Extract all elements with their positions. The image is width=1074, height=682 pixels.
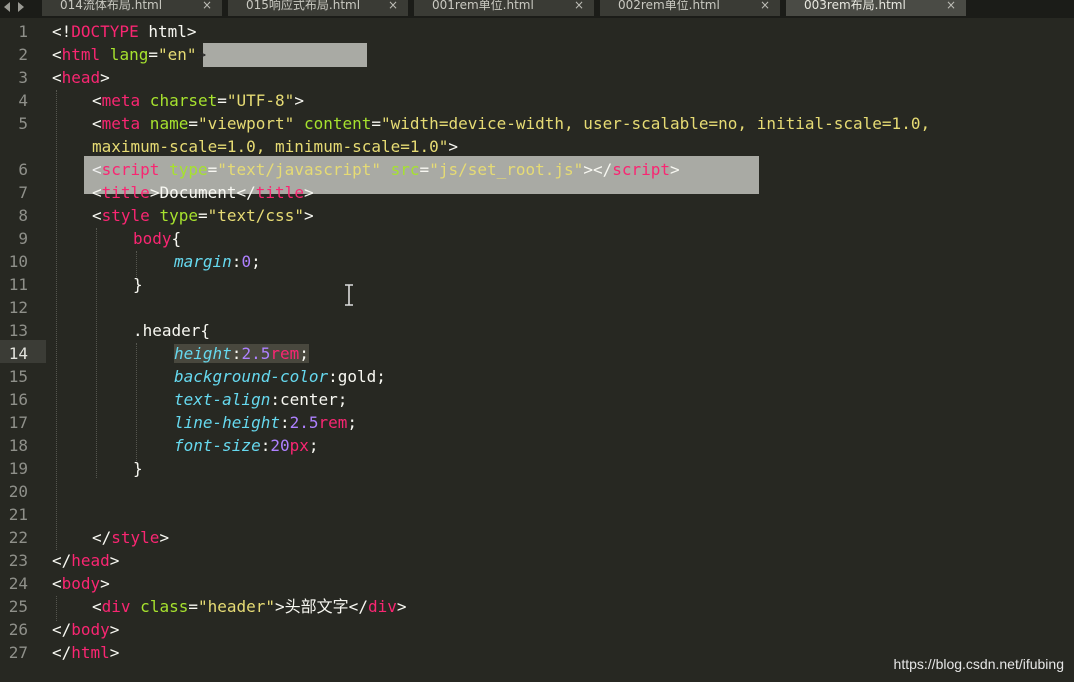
- line-number: 11: [8, 275, 28, 294]
- selection-line-2: [203, 43, 367, 67]
- line-number: 20: [8, 482, 28, 501]
- line-number: 27: [8, 643, 28, 662]
- code-line-2: <html lang="en">: [52, 45, 207, 64]
- close-icon[interactable]: ×: [946, 0, 956, 16]
- code-line-1: <!DOCTYPE html>: [52, 22, 197, 41]
- code-line-18: font-size:20px;: [174, 436, 319, 455]
- line-number: 23: [8, 551, 28, 570]
- code-line-24: <body>: [52, 574, 110, 593]
- line-number: 26: [8, 620, 28, 639]
- code-line-13: .header{: [133, 321, 211, 340]
- indent-guide: [96, 228, 98, 478]
- code-line-14: height:2.5rem;: [174, 344, 309, 363]
- code-line-27: </html>: [52, 643, 120, 662]
- tab-label: 002rem单位.html: [618, 0, 720, 12]
- line-number: 9: [18, 229, 28, 248]
- line-number: 16: [8, 390, 28, 409]
- line-number: 25: [8, 597, 28, 616]
- code-line-3: <head>: [52, 68, 110, 87]
- watermark-text: https://blog.csdn.net/ifubing: [893, 656, 1064, 672]
- line-number: 10: [8, 252, 28, 271]
- code-line-8: <style type="text/css">: [92, 206, 314, 225]
- close-icon[interactable]: ×: [202, 0, 212, 16]
- line-number: 5: [18, 114, 28, 133]
- code-line-6: <script type="text/javascript" src="js/s…: [92, 160, 680, 179]
- line-number-current: 14: [8, 344, 28, 363]
- tab-bar: 014流体布局.html × 015响应式布局.html × 001rem单位.…: [0, 0, 1074, 18]
- code-line-16: text-align:center;: [174, 390, 348, 409]
- tab-003-active[interactable]: 003rem布局.html ×: [786, 0, 966, 16]
- close-icon[interactable]: ×: [574, 0, 584, 16]
- code-line-23: </head>: [52, 551, 120, 570]
- line-number: 22: [8, 528, 28, 547]
- code-line-9: body{: [133, 229, 182, 248]
- tab-001[interactable]: 001rem单位.html ×: [414, 0, 594, 16]
- line-number: 21: [8, 505, 28, 524]
- line-number: 13: [8, 321, 28, 340]
- tab-label: 015响应式布局.html: [246, 0, 361, 12]
- code-line-7: <title>Document</title>: [92, 183, 314, 202]
- line-number: 4: [18, 91, 28, 110]
- code-line-15: background-color:gold;: [174, 367, 386, 386]
- line-number: 7: [18, 183, 28, 202]
- line-number: 18: [8, 436, 28, 455]
- line-number: 1: [18, 22, 28, 41]
- line-number-gutter: 1 2 3 4 5 6 7 8 9 10 11 12 13 14 15 16 1…: [0, 20, 46, 682]
- tab-002[interactable]: 002rem单位.html ×: [600, 0, 780, 16]
- line-number: 3: [18, 68, 28, 87]
- close-icon[interactable]: ×: [388, 0, 398, 16]
- code-line-17: line-height:2.5rem;: [174, 413, 358, 432]
- line-number: 8: [18, 206, 28, 225]
- code-editor[interactable]: 1 2 3 4 5 6 7 8 9 10 11 12 13 14 15 16 1…: [0, 20, 1074, 682]
- ibeam-cursor-icon: [343, 283, 353, 307]
- line-number: 2: [18, 45, 28, 64]
- code-line-10: margin:0;: [174, 252, 261, 271]
- close-icon[interactable]: ×: [760, 0, 770, 16]
- code-line-25: <div class="header">头部文字</div>: [92, 597, 407, 616]
- tab-014[interactable]: 014流体布局.html ×: [42, 0, 222, 16]
- indent-guide: [136, 343, 138, 465]
- code-line-19: }: [133, 459, 143, 478]
- code-line-22: </style>: [92, 528, 170, 547]
- line-number: 19: [8, 459, 28, 478]
- code-line-5: <meta name="viewport" content="width=dev…: [92, 114, 931, 133]
- code-line-11: }: [133, 275, 143, 294]
- line-number: 17: [8, 413, 28, 432]
- tab-nav-arrows-icon[interactable]: [0, 0, 42, 18]
- code-line-4: <meta charset="UTF-8">: [92, 91, 304, 110]
- line-number: 24: [8, 574, 28, 593]
- tab-label: 014流体布局.html: [60, 0, 163, 12]
- line-number: 6: [18, 160, 28, 179]
- tab-label: 001rem单位.html: [432, 0, 534, 12]
- tab-015[interactable]: 015响应式布局.html ×: [228, 0, 408, 16]
- indent-guide: [56, 90, 58, 550]
- code-line-5-wrap: maximum-scale=1.0, minimum-scale=1.0">: [92, 137, 459, 156]
- code-line-26: </body>: [52, 620, 120, 639]
- line-number: 12: [8, 298, 28, 317]
- line-number: 15: [8, 367, 28, 386]
- tab-label: 003rem布局.html: [804, 0, 906, 12]
